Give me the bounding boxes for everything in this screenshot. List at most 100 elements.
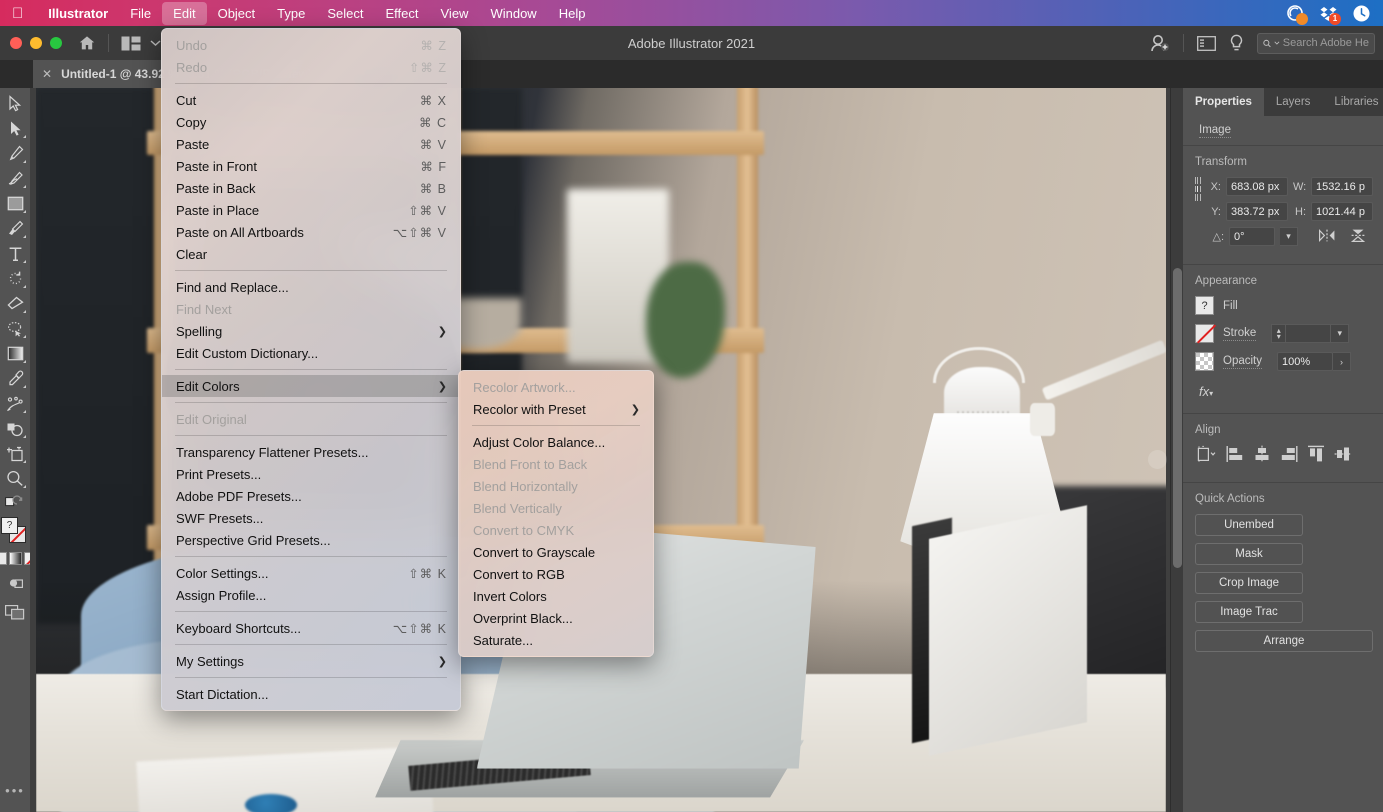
gradient-tool[interactable]: [2, 341, 28, 366]
canvas-navigator-dot[interactable]: [1148, 450, 1167, 469]
y-field[interactable]: 383.72 px: [1226, 202, 1288, 221]
edit-menu-item-paste-in-front[interactable]: Paste in Front⌘ F: [162, 155, 460, 177]
edit-menu-item-transparency-flattener-presets[interactable]: Transparency Flattener Presets...: [162, 441, 460, 463]
canvas-vertical-scrollbar[interactable]: [1170, 88, 1183, 812]
angle-field[interactable]: 0°: [1229, 227, 1275, 246]
edit-menu-item-cut[interactable]: Cut⌘ X: [162, 89, 460, 111]
lightbulb-icon[interactable]: [1229, 34, 1244, 53]
menubar-item-edit[interactable]: Edit: [162, 2, 206, 25]
close-window-button[interactable]: [10, 37, 22, 49]
stroke-swatch-chip[interactable]: [1195, 324, 1214, 343]
type-tool[interactable]: [2, 241, 28, 266]
menubar-item-illustrator[interactable]: Illustrator: [37, 2, 119, 25]
opacity-options-icon[interactable]: ›: [1333, 352, 1351, 371]
edit-menu-item-clear[interactable]: Clear: [162, 243, 460, 265]
stroke-weight-field[interactable]: [1285, 324, 1331, 343]
edit-colors-item-invert-colors[interactable]: Invert Colors: [459, 585, 653, 607]
screen-mode-icon[interactable]: [2, 600, 28, 625]
maximize-window-button[interactable]: [50, 37, 62, 49]
menubar-item-window[interactable]: Window: [479, 2, 547, 25]
tab-properties[interactable]: Properties: [1183, 88, 1264, 116]
rotate-tool[interactable]: [2, 266, 28, 291]
edit-colors-item-convert-to-grayscale[interactable]: Convert to Grayscale: [459, 541, 653, 563]
align-top-icon[interactable]: [1307, 445, 1325, 466]
flip-vertical-icon[interactable]: [1351, 228, 1365, 246]
image-trace-button[interactable]: Image Trac: [1195, 601, 1303, 623]
edit-colors-item-saturate[interactable]: Saturate...: [459, 629, 653, 651]
edit-colors-item-convert-to-rgb[interactable]: Convert to RGB: [459, 563, 653, 585]
edit-menu-item-assign-profile[interactable]: Assign Profile...: [162, 584, 460, 606]
menubar-item-object[interactable]: Object: [207, 2, 267, 25]
direct-selection-tool[interactable]: [2, 116, 28, 141]
edit-menu-item-edit-colors[interactable]: Edit Colors❯: [162, 375, 460, 397]
eyedropper-tool[interactable]: [2, 366, 28, 391]
arrange-documents-icon[interactable]: [121, 36, 141, 51]
edit-toolbar-icon[interactable]: [2, 491, 28, 513]
h-field[interactable]: 1021.44 p: [1311, 202, 1373, 221]
edit-menu-item-paste-in-back[interactable]: Paste in Back⌘ B: [162, 177, 460, 199]
edit-menu-item-paste-on-all-artboards[interactable]: Paste on All Artboards⌥⇧⌘ V: [162, 221, 460, 243]
opacity-field[interactable]: 100%: [1277, 352, 1333, 371]
edit-colors-item-recolor-with-preset[interactable]: Recolor with Preset❯: [459, 398, 653, 420]
edit-menu-item-print-presets[interactable]: Print Presets...: [162, 463, 460, 485]
menubar-item-help[interactable]: Help: [548, 2, 597, 25]
align-vertical-center-icon[interactable]: [1334, 445, 1352, 466]
color-swatch-button[interactable]: [0, 552, 7, 565]
edit-menu-item-adobe-pdf-presets[interactable]: Adobe PDF Presets...: [162, 485, 460, 507]
pen-tool[interactable]: [2, 141, 28, 166]
paintbrush-tool[interactable]: [2, 216, 28, 241]
tab-layers[interactable]: Layers: [1264, 88, 1323, 116]
dropbox-icon[interactable]: 1: [1319, 4, 1338, 23]
fill-stroke-swatches[interactable]: ?: [1, 517, 29, 547]
drawing-mode-icon[interactable]: [2, 571, 28, 596]
symbol-sprayer-tool[interactable]: [2, 391, 28, 416]
edit-menu-item-perspective-grid-presets[interactable]: Perspective Grid Presets...: [162, 529, 460, 551]
edit-menu-item-copy[interactable]: Copy⌘ C: [162, 111, 460, 133]
clock-icon[interactable]: [1352, 4, 1371, 23]
selection-tool[interactable]: [2, 91, 28, 116]
reference-point-icon[interactable]: [1195, 177, 1200, 201]
edit-menu-item-keyboard-shortcuts[interactable]: Keyboard Shortcuts...⌥⇧⌘ K: [162, 617, 460, 639]
edit-menu-item-my-settings[interactable]: My Settings❯: [162, 650, 460, 672]
menubar-item-effect[interactable]: Effect: [374, 2, 429, 25]
edit-menu-item-swf-presets[interactable]: SWF Presets...: [162, 507, 460, 529]
close-icon[interactable]: ✕: [42, 67, 52, 81]
flip-horizontal-icon[interactable]: [1318, 229, 1336, 245]
mask-button[interactable]: Mask: [1195, 543, 1303, 565]
stroke-weight-stepper[interactable]: ▴▾: [1271, 324, 1285, 343]
eraser-tool[interactable]: [2, 291, 28, 316]
more-tools-button[interactable]: •••: [5, 783, 25, 798]
home-icon[interactable]: [78, 34, 96, 52]
edit-colors-item-overprint-black[interactable]: Overprint Black...: [459, 607, 653, 629]
opacity-swatch-chip[interactable]: [1195, 352, 1214, 371]
curvature-tool[interactable]: [2, 166, 28, 191]
menubar-item-type[interactable]: Type: [266, 2, 316, 25]
gradient-swatch-button[interactable]: [9, 552, 22, 565]
stroke-weight-dropdown-icon[interactable]: ▾: [1331, 324, 1349, 343]
fill-swatch[interactable]: ?: [1, 517, 18, 534]
edit-menu-item-start-dictation[interactable]: Start Dictation...: [162, 683, 460, 705]
artboard-tool[interactable]: [2, 441, 28, 466]
effects-icon[interactable]: fx▾: [1195, 380, 1373, 407]
search-input[interactable]: Search Adobe He: [1257, 33, 1375, 54]
person-add-icon[interactable]: [1150, 34, 1170, 52]
menubar-item-select[interactable]: Select: [316, 2, 374, 25]
edit-colors-item-adjust-color-balance[interactable]: Adjust Color Balance...: [459, 431, 653, 453]
edit-menu-item-find-and-replace[interactable]: Find and Replace...: [162, 276, 460, 298]
shape-builder-tool[interactable]: [2, 416, 28, 441]
tab-libraries[interactable]: Libraries: [1322, 88, 1383, 116]
w-field[interactable]: 1532.16 p: [1311, 177, 1373, 196]
edit-menu-item-edit-custom-dictionary[interactable]: Edit Custom Dictionary...: [162, 342, 460, 364]
menubar-item-view[interactable]: View: [430, 2, 480, 25]
edit-menu-item-color-settings[interactable]: Color Settings...⇧⌘ K: [162, 562, 460, 584]
unembed-button[interactable]: Unembed: [1195, 514, 1303, 536]
panel-layout-icon[interactable]: [1197, 36, 1216, 51]
menubar-item-file[interactable]: File: [119, 2, 162, 25]
edit-menu-item-paste-in-place[interactable]: Paste in Place⇧⌘ V: [162, 199, 460, 221]
vertical-scroll-thumb[interactable]: [1173, 268, 1182, 568]
angle-dropdown-icon[interactable]: ▾: [1280, 227, 1298, 246]
cleanmymac-icon[interactable]: [1286, 4, 1305, 23]
x-field[interactable]: 683.08 px: [1226, 177, 1288, 196]
edit-menu-item-paste[interactable]: Paste⌘ V: [162, 133, 460, 155]
edit-menu-item-spelling[interactable]: Spelling❯: [162, 320, 460, 342]
